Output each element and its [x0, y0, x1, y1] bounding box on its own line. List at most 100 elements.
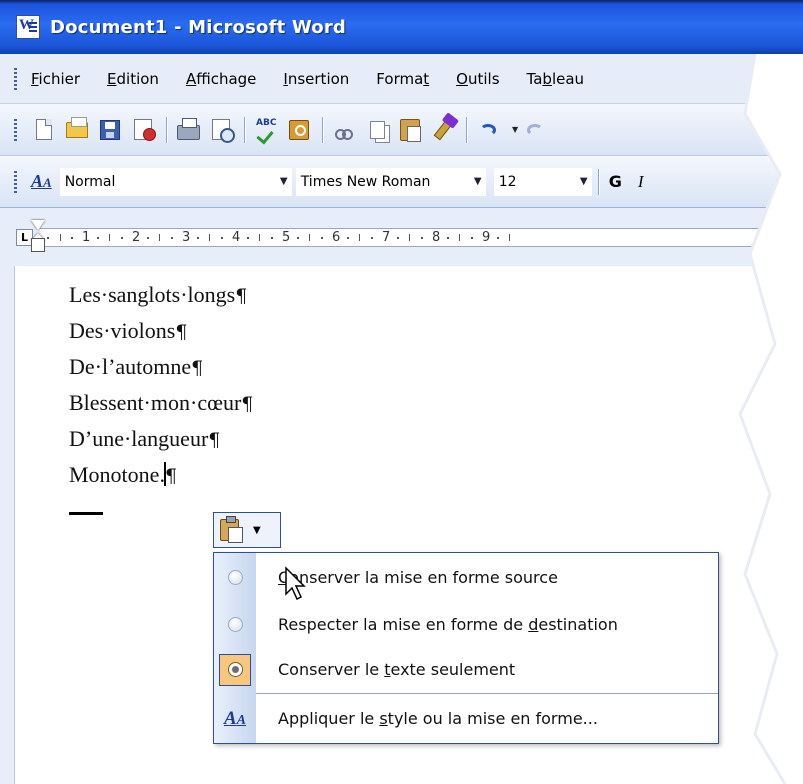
ruler-tick	[359, 234, 360, 241]
ruler-dot	[371, 237, 373, 239]
torn-page-edge	[738, 54, 803, 784]
document-line[interactable]: Monotone.¶	[69, 462, 177, 488]
toolbar-separator	[244, 116, 245, 143]
paste-options-button[interactable]: ▼	[213, 512, 281, 548]
document-line[interactable]: De·l’automne¶	[69, 354, 203, 380]
formatting-grip-handle[interactable]	[14, 170, 17, 193]
print-preview-icon	[212, 119, 235, 143]
left-indent-marker[interactable]	[31, 238, 45, 252]
spelling-check-icon	[254, 118, 278, 142]
horizontal-ruler[interactable]: L 1 2 3 4 5 6 7 8 9	[0, 208, 803, 266]
document-line[interactable]: Les·sanglots·longs¶	[69, 282, 247, 308]
end-of-document-mark	[69, 512, 103, 515]
format-painter-button[interactable]	[430, 116, 456, 144]
research-button[interactable]	[286, 116, 312, 144]
vertical-ruler	[0, 266, 15, 784]
ruler-dot	[347, 237, 349, 239]
permission-button[interactable]	[130, 116, 156, 144]
menu-separator	[256, 693, 718, 694]
ruler-tick	[509, 234, 510, 241]
pilcrow-mark: ¶	[164, 465, 178, 487]
paste-option-match-destination[interactable]: Respecter la mise en forme de destinatio…	[214, 602, 718, 647]
mouse-pointer-icon	[285, 566, 306, 601]
ruler-dot	[497, 237, 499, 239]
menu-fichier[interactable]: Fichier	[31, 70, 80, 88]
undo-dropdown-arrow-icon[interactable]: ▼	[512, 125, 518, 134]
style-value: Normal	[64, 173, 116, 190]
paste-option-keep-text-only[interactable]: Conserver le texte seulement	[214, 647, 718, 692]
permission-icon	[134, 119, 156, 141]
standard-toolbar: ▼	[0, 104, 803, 156]
title-bar: Document1 - Microsoft Word	[0, 0, 803, 54]
toolbar-separator	[597, 168, 599, 195]
document-line[interactable]: Des·violons¶	[69, 318, 187, 344]
menu-tableau[interactable]: Tableau	[527, 70, 585, 88]
ruler-number: 3	[182, 230, 191, 245]
chevron-down-icon[interactable]: ▼	[577, 176, 591, 187]
selected-option-highlight	[219, 653, 251, 686]
clipboard-icon	[400, 118, 421, 142]
redo-arrow-icon	[527, 123, 544, 136]
ruler-dot	[121, 237, 123, 239]
ruler-number: 2	[132, 230, 141, 245]
pilcrow-mark: ¶	[191, 357, 204, 379]
save-button[interactable]	[97, 116, 123, 144]
menu-format[interactable]: Format	[376, 70, 429, 88]
radio-selected-icon	[227, 662, 243, 677]
menu-insertion[interactable]: Insertion	[283, 70, 349, 88]
cut-button[interactable]	[331, 116, 357, 144]
ruler-dot	[397, 237, 399, 239]
undo-arrow-icon	[480, 123, 496, 136]
ruler-number: 7	[382, 230, 391, 245]
toolbar-separator	[322, 116, 323, 143]
document-line[interactable]: Blessent·mon·cœur¶	[69, 390, 253, 416]
ruler-number: 1	[82, 230, 91, 245]
bold-button[interactable]: G	[609, 172, 622, 191]
print-preview-button[interactable]	[208, 116, 235, 144]
font-select[interactable]: Times New Roman ▼	[295, 167, 486, 196]
undo-button[interactable]	[475, 116, 501, 144]
chevron-down-icon[interactable]: ▼	[471, 176, 485, 187]
ruler-dot	[447, 237, 449, 239]
toolbar-separator	[466, 116, 467, 143]
styles-icon: AA	[223, 707, 247, 729]
option-label: Conserver la mise en forme source	[278, 568, 558, 587]
clipboard-icon	[220, 516, 243, 543]
new-document-button[interactable]	[31, 116, 57, 144]
font-size-select[interactable]: 12 ▼	[493, 167, 592, 196]
menu-edition[interactable]: Edition	[107, 70, 159, 88]
print-button[interactable]	[175, 116, 201, 144]
styles-pane-icon[interactable]: AA	[31, 171, 52, 192]
word-app-icon[interactable]	[16, 15, 40, 39]
toolbar-separator	[166, 116, 167, 143]
ruler-dot	[471, 237, 473, 239]
scissors-icon	[335, 120, 353, 140]
spelling-button[interactable]	[253, 116, 279, 144]
printer-icon	[176, 117, 200, 140]
ruler-number: 8	[432, 230, 441, 245]
ruler-dot	[421, 237, 423, 239]
ruler-tick	[409, 234, 410, 241]
ruler-tick	[459, 234, 460, 241]
redo-button[interactable]	[522, 116, 548, 144]
first-line-indent-marker[interactable]	[31, 220, 45, 230]
copy-button[interactable]	[364, 116, 390, 144]
ruler-dot	[97, 237, 99, 239]
menubar-grip-handle[interactable]	[14, 67, 17, 90]
open-button[interactable]	[64, 116, 90, 144]
ruler-tick	[159, 234, 160, 241]
italic-button[interactable]: I	[638, 172, 644, 192]
paste-button[interactable]	[397, 116, 423, 144]
menu-affichage[interactable]: Affichage	[186, 70, 256, 88]
pilcrow-mark: ¶	[241, 393, 254, 415]
toolbar-grip-handle[interactable]	[14, 118, 17, 141]
option-label: Conserver le texte seulement	[278, 660, 516, 679]
pilcrow-mark: ¶	[235, 285, 248, 307]
ruler-dot	[71, 237, 73, 239]
paste-option-apply-style[interactable]: AA Appliquer le style ou la mise en form…	[214, 696, 718, 741]
chevron-down-icon: ▼	[253, 524, 261, 536]
document-line[interactable]: D’une·langueur¶	[69, 426, 220, 452]
menu-outils[interactable]: Outils	[456, 70, 499, 88]
chevron-down-icon[interactable]: ▼	[277, 176, 291, 187]
style-select[interactable]: Normal ▼	[59, 167, 292, 196]
